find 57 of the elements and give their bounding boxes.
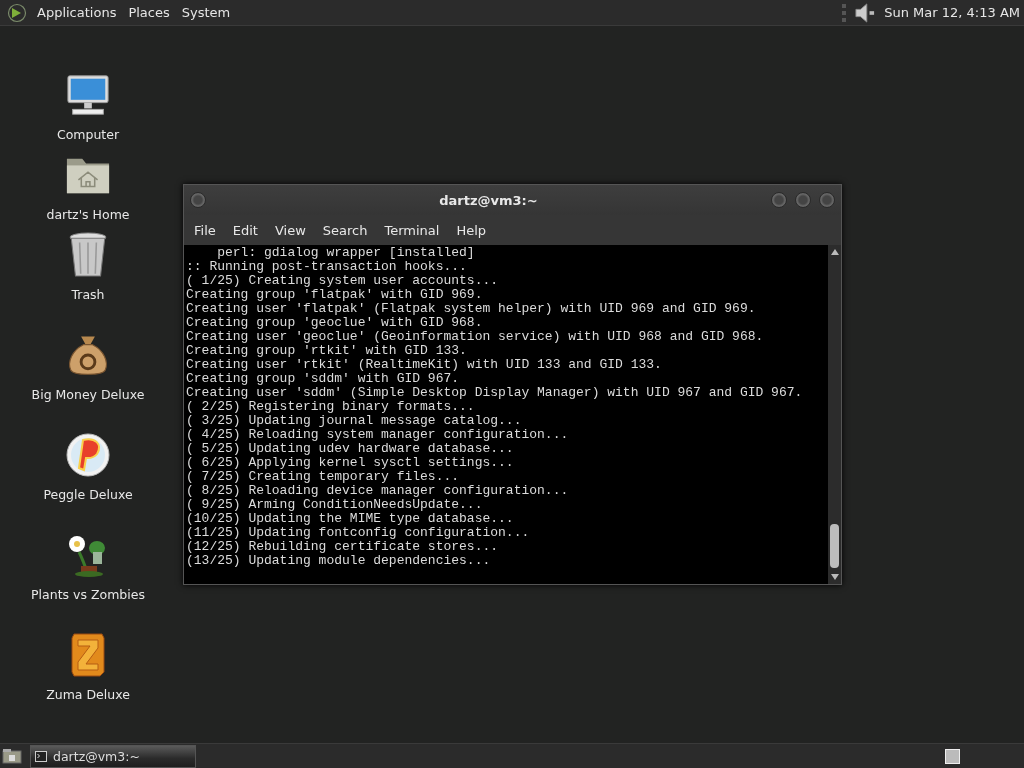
desktop-icon-label[interactable]: Zuma Deluxe [46,687,130,702]
terminal-line: ( 6/25) Applying kernel sysctl settings... [186,456,515,470]
terminal-line: ( 8/25) Reloading device manager configuration... [186,484,570,498]
terminal-line: ( 4/25) Reloading system manager configuration... [186,428,570,442]
workspace-switcher[interactable] [945,748,960,764]
terminal-line: (11/25) Updating fontconfig configuration... [186,526,531,540]
desktop-icon-label[interactable]: Plants vs Zombies [31,587,145,602]
terminal-line: Creating user 'flatpak' (Flatpak system helper) with UID 969 and GID 969. [186,302,757,316]
terminal-line: Creating user 'rtkit' (RealtimeKit) with UID 133 and GID 133. [186,358,663,372]
terminal-line: ( 2/25) Registering binary formats... [186,400,476,414]
window-menu-button[interactable] [190,192,206,208]
menu-item[interactable]: View [268,219,314,241]
terminal-line: Creating group 'sddm' with GID 967. [186,372,461,386]
terminal-line: ( 5/25) Updating udev hardware database... [186,442,515,456]
menu-item[interactable]: File [188,219,224,241]
terminal-line: Creating group 'flatpak' with GID 969. [186,288,484,302]
terminal-icon [35,750,47,762]
logo-icon[interactable] [7,2,27,23]
menu-item[interactable]: Edit [226,219,266,241]
desktop-icon-label[interactable]: Big Money Deluxe [31,387,145,402]
close-button[interactable] [819,192,835,208]
terminal-line: Creating group 'rtkit' with GID 133. [186,344,468,358]
scrollbar[interactable] [828,245,841,584]
desktop-icon-label[interactable]: Peggle Deluxe [43,487,133,502]
terminal-line: perl: gdialog wrapper [installed] [216,246,476,260]
minimize-button[interactable] [771,192,787,208]
desktop-icon-label[interactable]: dartz's Home [46,207,130,222]
panel-menu[interactable]: Places [122,3,176,22]
terminal-line: :: Running post-transaction hooks... [186,260,468,274]
menu-item[interactable]: Search [316,219,376,241]
panel-menu[interactable]: Applications [31,3,123,22]
ball-icon[interactable] [64,431,112,479]
terminal-line: ( 1/25) Creating system user accounts... [186,274,500,288]
clock[interactable]: Sun Mar 12, 4:13 AM [884,5,1024,20]
terminal-line: (13/25) Updating module dependencies... [186,554,492,568]
terminal-line: Creating group 'geoclue' with GID 968. [186,316,484,330]
scrollbar-thumb[interactable] [830,524,839,568]
terminal-line: Creating user 'geoclue' (Geoinformation service) with UID 968 and GID 968. [186,330,765,344]
panel-menu[interactable]: System [175,3,237,22]
maximize-button[interactable] [795,192,811,208]
terminal-line: (12/25) Rebuilding certificate stores... [186,540,500,554]
terminal-line: ( 7/25) Creating temporary files... [186,470,461,484]
desktop-icon-label[interactable]: Computer [56,127,120,142]
speaker-icon[interactable] [854,2,877,23]
desktop-icon-label[interactable]: Trash [71,287,105,302]
taskbar-button[interactable]: dartz@vm3:~ [30,744,196,768]
handle-icon[interactable] [842,3,847,22]
menu-item[interactable]: Help [450,219,495,241]
window-title: dartz@vm3:~ [438,192,539,208]
scroll-up-arrow-icon[interactable] [830,249,839,255]
show-desktop-icon[interactable] [2,748,22,764]
terminal-line: Creating user 'sddm' (Simple Desktop Display Manager) with UID 967 and GID 967. [186,386,804,400]
terminal-line: (10/25) Updating the MIME type database... [186,512,515,526]
terminal-line: ( 9/25) Arming ConditionNeedsUpdate... [186,498,484,512]
terminal-line: ( 3/25) Updating journal message catalog... [186,414,523,428]
menu-item[interactable]: Terminal [378,219,448,241]
scroll-down-arrow-icon[interactable] [830,574,839,580]
